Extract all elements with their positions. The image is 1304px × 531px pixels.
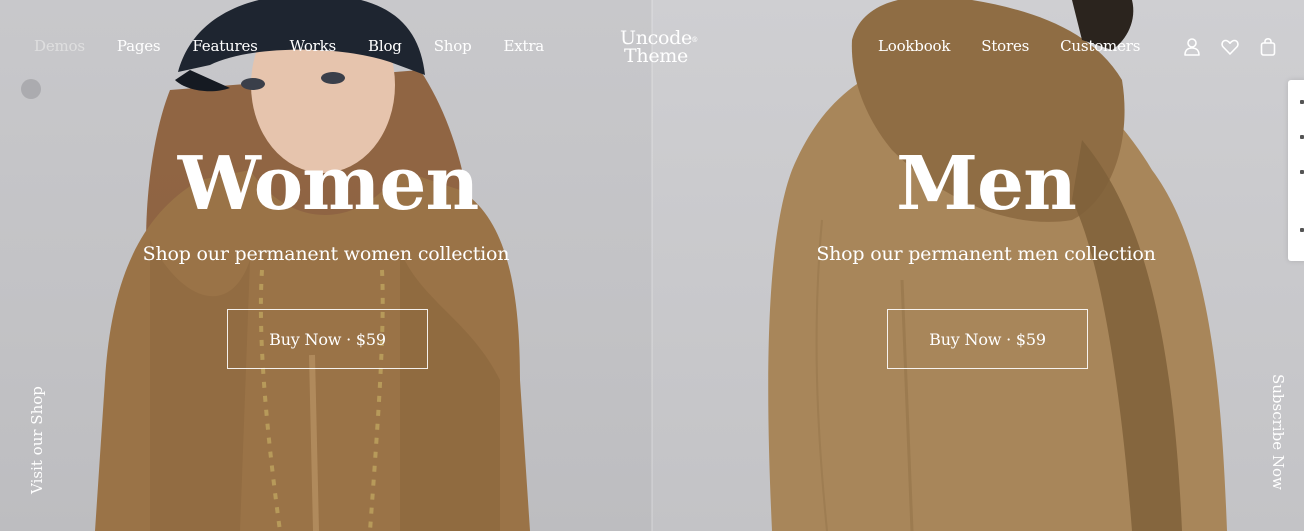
main-nav-right: Lookbook Stores Customers (878, 37, 1171, 55)
logo-registered-mark: ® (691, 36, 698, 44)
nav-item-lookbook[interactable]: Lookbook (878, 37, 950, 55)
panel-marker (1300, 135, 1304, 139)
site-logo[interactable]: Uncode Theme ® (610, 29, 702, 67)
panel-marker (1300, 100, 1304, 104)
panel-marker (1300, 170, 1304, 174)
nav-item-demos[interactable]: Demos (34, 37, 85, 55)
nav-item-works[interactable]: Works (290, 37, 337, 55)
women-hero[interactable] (0, 0, 652, 531)
nav-item-extra[interactable]: Extra (503, 37, 544, 55)
men-photo (768, 0, 1227, 531)
men-title: Men (896, 141, 1077, 227)
header-icons (1182, 37, 1278, 57)
visit-shop-link[interactable]: Visit our Shop (28, 386, 46, 494)
men-hero[interactable] (652, 0, 1304, 531)
nav-item-pages[interactable]: Pages (117, 37, 161, 55)
panel-marker (1300, 228, 1304, 232)
women-photo (95, 0, 530, 531)
hero-divider (651, 0, 653, 531)
nav-item-blog[interactable]: Blog (368, 37, 402, 55)
men-buy-now-button[interactable]: Buy Now · $59 (887, 309, 1088, 369)
side-panel-tab[interactable] (1288, 80, 1304, 261)
user-icon[interactable] (1182, 37, 1202, 57)
shopping-bag-icon[interactable] (1258, 37, 1278, 57)
nav-item-features[interactable]: Features (192, 37, 257, 55)
heart-icon[interactable] (1220, 37, 1240, 57)
women-title: Women (177, 141, 480, 227)
scroll-indicator-dot (21, 79, 41, 99)
men-subtitle: Shop our permanent men collection (816, 243, 1156, 265)
nav-item-shop[interactable]: Shop (434, 37, 472, 55)
logo-line-2: Theme (624, 45, 688, 67)
main-nav-left: Demos Pages Features Works Blog Shop Ext… (34, 37, 576, 55)
women-buy-now-button[interactable]: Buy Now · $59 (227, 309, 428, 369)
women-subtitle: Shop our permanent women collection (142, 243, 510, 265)
subscribe-now-link[interactable]: Subscribe Now (1269, 374, 1287, 490)
nav-item-stores[interactable]: Stores (981, 37, 1029, 55)
nav-item-customers[interactable]: Customers (1060, 37, 1140, 55)
